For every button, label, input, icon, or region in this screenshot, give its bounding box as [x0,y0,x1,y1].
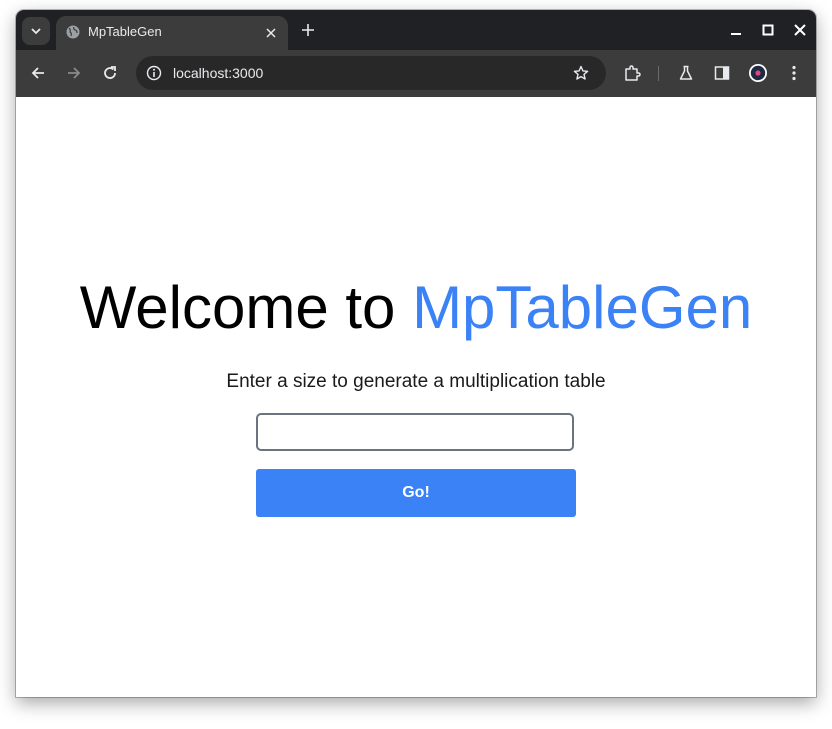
site-info-button[interactable] [145,64,163,82]
tab-strip: MpTableGen [16,10,816,50]
tab-active[interactable]: MpTableGen [56,16,288,50]
extensions-button[interactable] [621,62,643,84]
title-prefix: Welcome to [79,274,413,341]
page-title: Welcome to MpTableGen [16,273,816,343]
tab-search-button[interactable] [22,17,50,45]
close-window-button[interactable] [790,21,810,39]
reload-icon [104,66,116,79]
browser-toolbar [16,50,816,97]
brand-name: MpTableGen [412,274,753,341]
plus-icon [302,24,314,36]
menu-button[interactable] [783,62,805,84]
minimize-button[interactable] [726,21,746,39]
forward-arrow-icon [68,67,81,79]
star-icon [573,65,589,80]
reload-button[interactable] [99,62,121,84]
maximize-icon [762,24,774,36]
more-vert-icon [792,65,796,81]
back-arrow-icon [31,67,44,79]
side-panel-icon [714,66,730,80]
tab-search-icon [31,28,41,35]
close-window-icon [794,24,806,36]
maximize-button[interactable] [758,21,778,39]
tab-close-button[interactable] [262,24,280,42]
new-tab-button[interactable] [298,20,318,40]
profile-button[interactable] [747,62,769,84]
labs-button[interactable] [675,62,697,84]
minimize-icon [731,33,741,35]
bookmark-button[interactable] [571,63,591,83]
address-bar[interactable] [136,56,606,90]
page-subtitle: Enter a size to generate a multiplicatio… [226,371,606,392]
back-button[interactable] [27,62,49,84]
forward-button[interactable] [63,62,85,84]
extensions-icon [625,65,641,81]
close-icon [266,28,276,38]
info-icon [146,65,162,81]
tab-title: MpTableGen [88,24,162,39]
browser-window: MpTableGen localhost:3000 Welcome to MpT… [16,10,816,697]
go-button[interactable]: Go! [256,469,576,517]
size-input[interactable] [256,413,574,451]
globe-icon [66,25,80,39]
toolbar-separator [658,66,659,81]
url-input[interactable] [173,65,553,81]
flask-icon [679,65,693,80]
profile-icon [749,64,767,82]
page-viewport: Welcome to MpTableGen Enter a size to ge… [16,97,816,697]
side-panel-button[interactable] [711,62,733,84]
